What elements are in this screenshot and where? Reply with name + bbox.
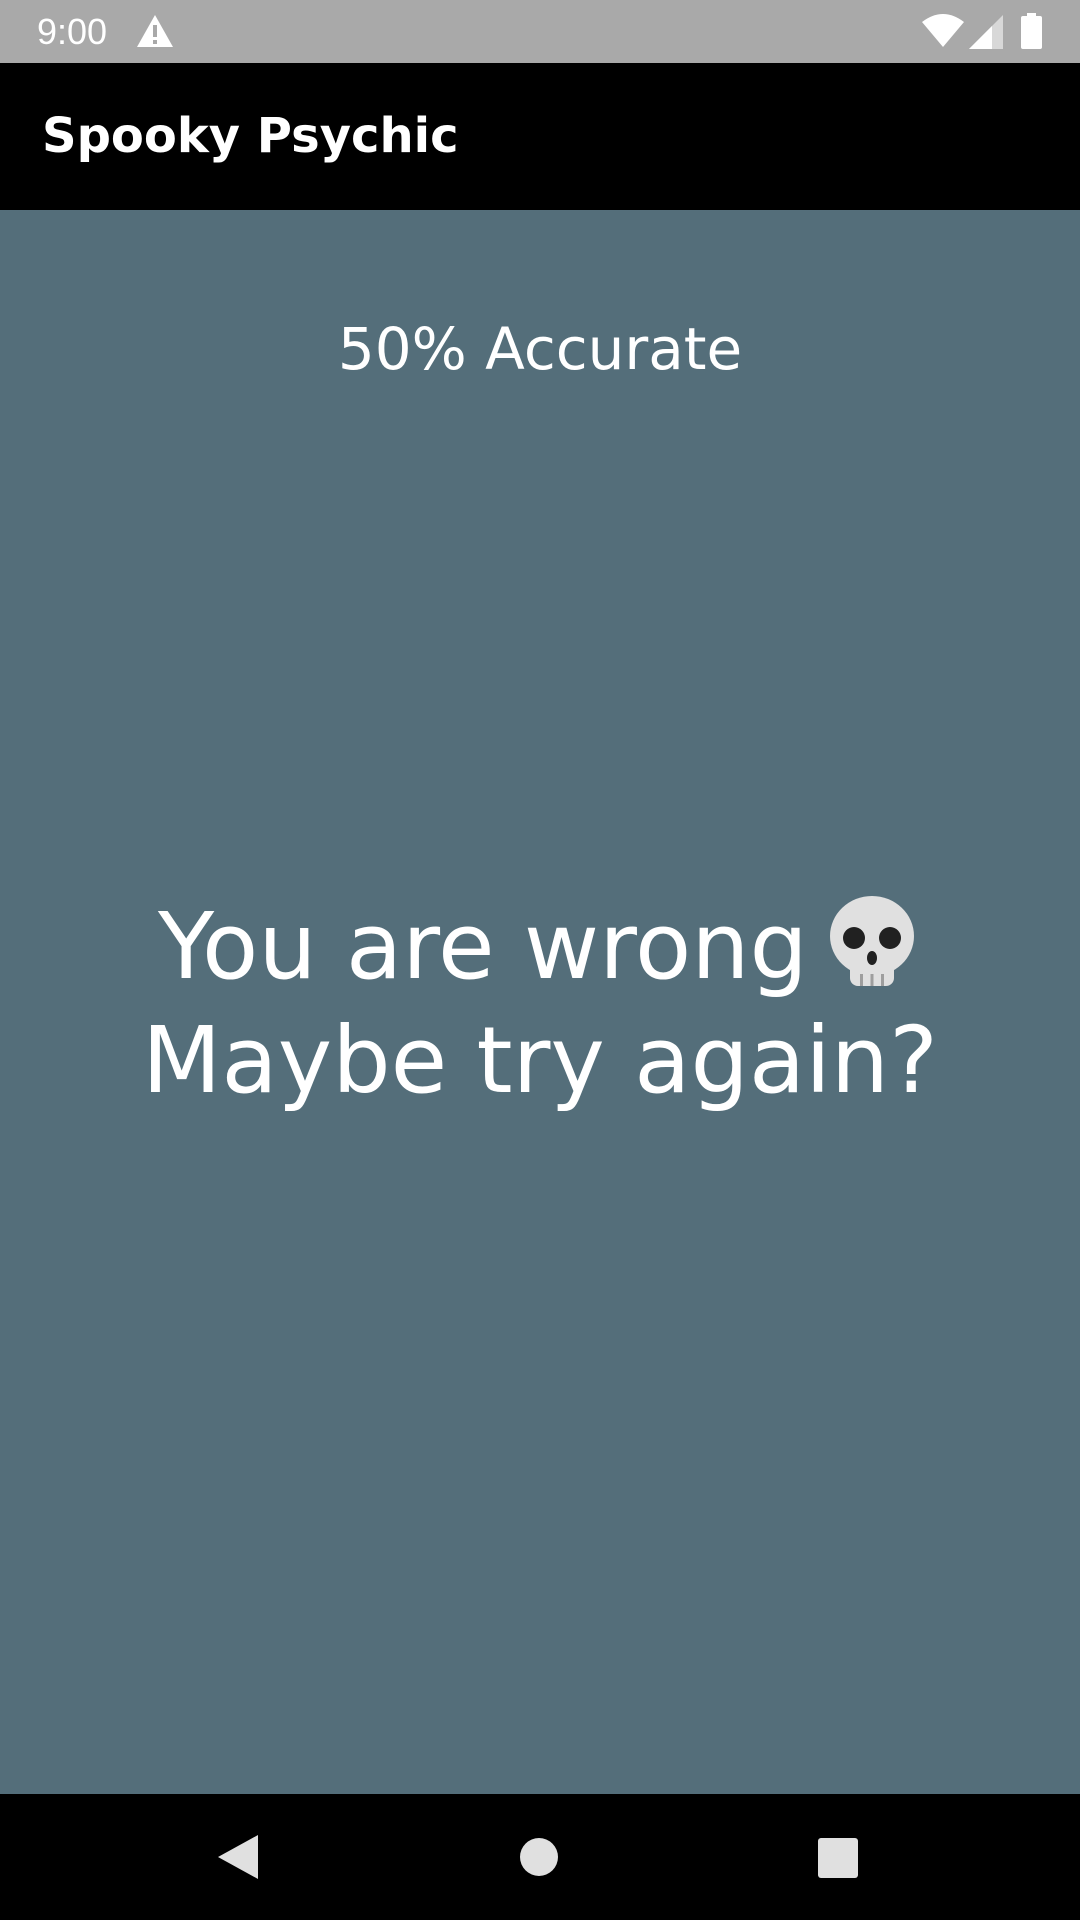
recents-icon[interactable] — [818, 1838, 858, 1878]
app-bar: Spooky Psychic — [0, 63, 1080, 210]
skull-icon — [829, 896, 914, 986]
status-bar: 9:00 — [0, 0, 1080, 63]
warning-icon — [137, 15, 173, 47]
battery-icon — [1021, 13, 1042, 49]
result-line-1-container: You are wrong — [0, 890, 1080, 1004]
main-content: 50% Accurate You are wrong Maybe try aga… — [0, 210, 1080, 1794]
app-title: Spooky Psychic — [42, 108, 459, 164]
back-icon[interactable] — [218, 1835, 258, 1879]
accuracy-text: 50% Accurate — [337, 315, 743, 383]
home-icon[interactable] — [520, 1838, 558, 1876]
result-line-1: You are wrong — [158, 893, 808, 1000]
result-line-2: Maybe try again? — [142, 1007, 938, 1114]
wifi-icon — [922, 14, 964, 47]
cell-signal-icon — [969, 15, 1003, 49]
result-message: You are wrong Maybe try again? — [0, 890, 1080, 1118]
status-time: 9:00 — [37, 11, 108, 52]
navigation-bar — [0, 1794, 1080, 1920]
